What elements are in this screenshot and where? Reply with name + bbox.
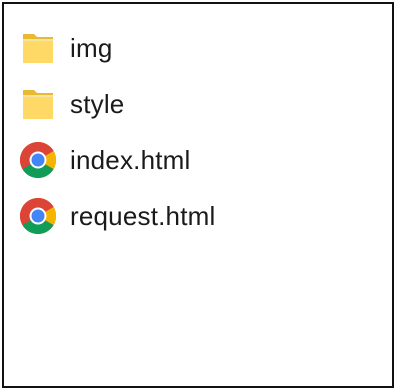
file-name-label: request.html	[70, 201, 216, 231]
file-name-label: style	[70, 89, 125, 119]
file-name-label: img	[70, 33, 113, 63]
file-name-label: index.html	[70, 145, 191, 175]
chrome-icon	[18, 196, 58, 236]
file-item-request-html[interactable]: request.html	[18, 194, 215, 238]
chrome-icon	[18, 140, 58, 180]
folder-item-img[interactable]: img	[18, 26, 113, 70]
folder-icon	[18, 28, 58, 68]
file-item-index-html[interactable]: index.html	[18, 138, 191, 182]
folder-item-style[interactable]: style	[18, 82, 124, 126]
folder-icon	[18, 84, 58, 124]
file-explorer-window: img style index.html request.html	[2, 2, 394, 388]
